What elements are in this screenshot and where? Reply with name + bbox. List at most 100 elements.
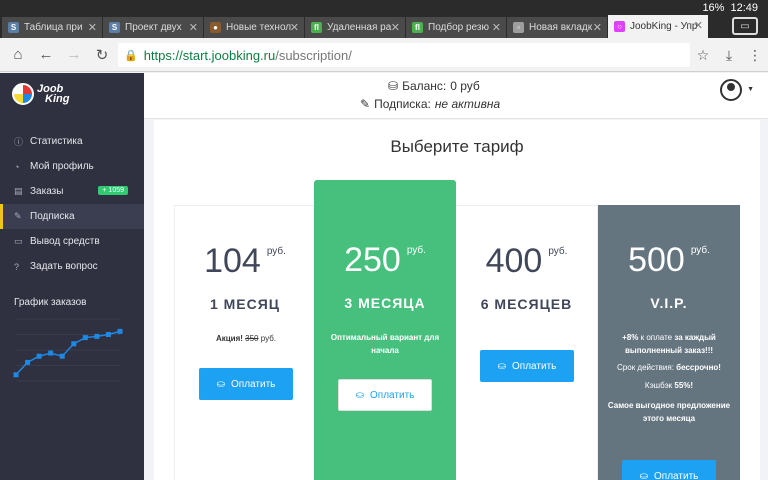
orders-chart [13, 318, 123, 382]
sidebar-item-3[interactable]: ▤ Заказы + 1059 [0, 179, 144, 204]
status-bar: 16% 12:49 [702, 2, 758, 14]
favicon-icon: ○ [614, 21, 625, 32]
chart-point [117, 328, 123, 334]
pencil-icon: ✎ [14, 211, 22, 221]
close-tab-icon[interactable]: ✕ [290, 21, 299, 34]
sidebar-menu: ⓘ Статистика ◔ Мой профиль ▤ Заказы + 1059 ✎ Под… [0, 129, 144, 279]
more-menu-icon[interactable]: ⋮ [742, 47, 768, 64]
browser-tab[interactable]: ▫ Новая вкладк ✕ [507, 17, 607, 38]
url-path: /subscription/ [275, 47, 352, 63]
url-host: https://start.joobking.ru [143, 47, 276, 63]
tab-label: Новая вкладк [529, 22, 593, 33]
sidebar-item-4[interactable]: ✎ Подписка [0, 204, 144, 229]
favicon-icon: ● [210, 22, 221, 33]
chart-point [48, 350, 54, 356]
balance-value: 0 руб [450, 79, 480, 93]
page-title: Выберите тариф [390, 137, 524, 156]
wallet-icon: ▭ [14, 236, 23, 246]
sidebar-item-label: Заказы [30, 186, 64, 197]
favicon-icon: S [8, 22, 19, 33]
user-avatar-icon[interactable] [720, 79, 742, 101]
balance-row: ⛁ Баланс: 0 руб [388, 79, 480, 93]
url-bar: ⌂ ← → ↻ 🔒 https://start.joobking.ru /sub… [0, 38, 768, 72]
chart-title: График заказов [14, 297, 87, 308]
browser-tab[interactable]: fl Подбор резю ✕ [406, 17, 506, 38]
forward-icon[interactable]: → [60, 46, 88, 63]
favicon-icon: fl [412, 22, 423, 33]
chart-point [36, 353, 42, 359]
sidebar-item-label: Вывод средств [30, 236, 100, 247]
tab-label: Новые технол [226, 22, 292, 33]
download-icon[interactable]: ⤓ [716, 47, 742, 64]
favicon-icon: ▫ [513, 22, 524, 33]
home-icon[interactable]: ⌂ [4, 46, 32, 63]
tab-label: Проект двух [125, 22, 182, 33]
sidebar-item-label: Статистика [30, 136, 83, 147]
close-tab-icon[interactable]: ✕ [593, 21, 602, 34]
sidebar: Joob King ⓘ Статистика ◔ Мой профиль ▤ Заказы… [0, 73, 144, 480]
clock: 12:49 [730, 2, 758, 14]
sidebar-item-5[interactable]: ▭ Вывод средств [0, 229, 144, 254]
sidebar-item-label: Мой профиль [30, 161, 94, 172]
browser-tab-strip: 16% 12:49 S Таблица при ✕ S Проект двух ✕ ● Нов… [0, 0, 768, 38]
pay-icon: ⛀ [355, 389, 365, 401]
help-icon: ? [14, 261, 20, 272]
pay-icon: ⛀ [497, 360, 507, 372]
page-header: ⛁ Баланс: 0 руб ✎ Подписка: не активна ▼ [144, 73, 768, 119]
close-tab-icon[interactable]: ✕ [88, 21, 97, 34]
chart-point [25, 359, 31, 365]
lock-icon: 🔒 [124, 49, 138, 62]
plan-card-vip: 500 руб. V.I.P. +8% к оплате за каждый вы… [598, 205, 740, 480]
stack-icon: ▤ [14, 186, 23, 196]
pencil-icon: ✎ [360, 97, 371, 111]
browser-tab[interactable]: ● Новые технол ✕ [204, 17, 304, 38]
main-content: Выберите тариф 104 руб. 1 МЕСЯЦ Акция! 35… [154, 120, 760, 480]
browser-tab[interactable]: ○ JoobKing - Упр ✕ [608, 15, 708, 38]
gauge-icon: ◔ [14, 161, 20, 172]
coins-icon: ⛁ [388, 79, 399, 93]
chart-series-line [15, 330, 121, 376]
tab-label: JoobKing - Упр [630, 21, 698, 32]
pay-button-1-month[interactable]: ⛀ Оплатить [199, 368, 293, 400]
tab-label: Удаленная ра [327, 22, 392, 33]
close-tab-icon[interactable]: ✕ [189, 21, 198, 34]
reload-icon[interactable]: ↻ [88, 46, 116, 64]
bookmark-star-icon[interactable]: ☆ [690, 47, 716, 64]
pay-button-vip[interactable]: ⛀ Оплатить [622, 460, 716, 480]
back-icon[interactable]: ← [32, 46, 60, 63]
pay-button-3-months[interactable]: ⛀ Оплатить [338, 379, 432, 411]
browser-tab[interactable]: S Таблица при ✕ [2, 17, 102, 38]
plans: 104 руб. 1 МЕСЯЦ Акция! 350 руб. ⛀ Оплатит… [174, 180, 740, 480]
tab-label: Подбор резю [428, 22, 489, 33]
pay-icon: ⛀ [216, 378, 226, 390]
address-field[interactable]: 🔒 https://start.joobking.ru /subscriptio… [118, 43, 690, 67]
tab-switcher-button[interactable]: ▭ [732, 17, 758, 35]
close-tab-icon[interactable]: ✕ [492, 21, 501, 34]
chevron-down-icon[interactable]: ▼ [747, 86, 754, 93]
promo-text: Акция! 350 руб. [215, 334, 277, 343]
subscription-status: не активна [434, 97, 501, 111]
plan-card-6-months: 400 руб. 6 МЕСЯЦЕВ ⛀ Оплатить [456, 205, 598, 480]
chart-point [71, 341, 77, 347]
chart-point [105, 332, 111, 337]
sidebar-item-label: Подписка [30, 211, 75, 222]
subscription-row: ✎ Подписка: не активна [360, 97, 501, 111]
browser-tab[interactable]: S Проект двух ✕ [103, 17, 203, 38]
sidebar-item-2[interactable]: ◔ Мой профиль [0, 154, 144, 179]
sidebar-item-1[interactable]: ⓘ Статистика [0, 129, 144, 154]
browser-tab[interactable]: fl Удаленная ра ✕ [305, 17, 405, 38]
pay-icon: ⛀ [639, 470, 649, 480]
battery-level: 16% [702, 2, 725, 14]
close-tab-icon[interactable]: ✕ [694, 19, 703, 32]
sidebar-item-6[interactable]: ? Задать вопрос [0, 254, 144, 279]
close-tab-icon[interactable]: ✕ [391, 21, 400, 34]
plan-card-3-months: 250 руб. 3 МЕСЯЦА Оптимальный вариант для… [314, 180, 456, 480]
logo[interactable]: Joob King [12, 83, 69, 105]
info-icon: ⓘ [14, 137, 24, 147]
pay-button-6-months[interactable]: ⛀ Оплатить [480, 350, 574, 382]
plan-card-1-month: 104 руб. 1 МЕСЯЦ Акция! 350 руб. ⛀ Оплатит… [174, 205, 316, 480]
orders-count-badge: + 1059 [98, 186, 128, 195]
tab-label: Таблица при [24, 22, 83, 33]
logo-ball-icon [12, 83, 34, 105]
chart-point [94, 333, 100, 339]
